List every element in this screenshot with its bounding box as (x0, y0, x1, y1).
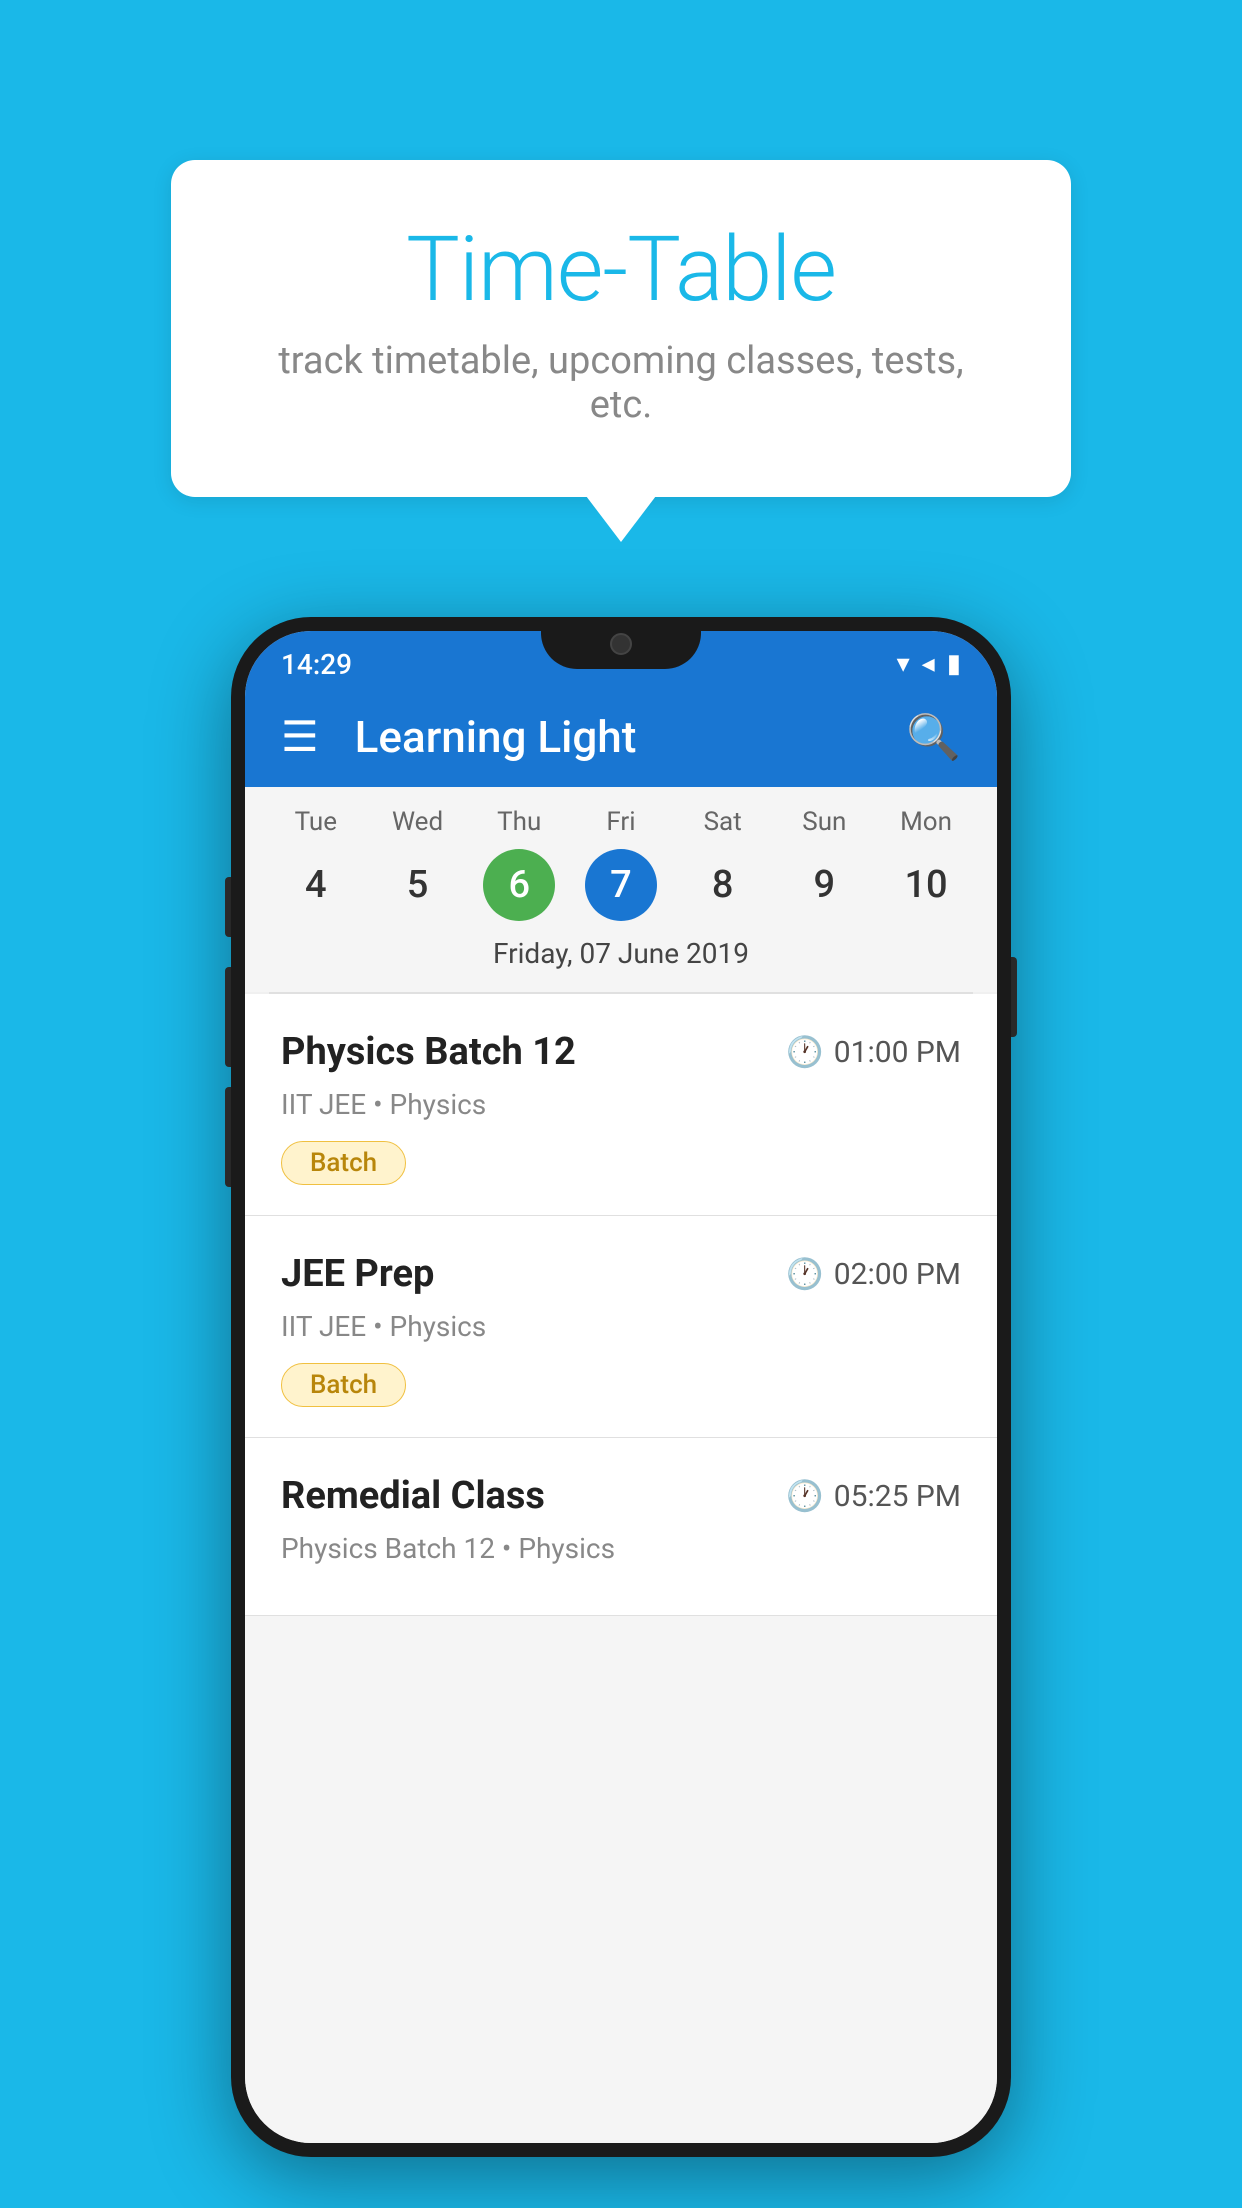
class-time: 🕐 02:00 PM (786, 1257, 961, 1292)
status-icons: ▾ ◂ ▮ (897, 649, 961, 679)
clock-icon: 🕐 (786, 1479, 823, 1514)
day-col[interactable]: Sun 9 (779, 807, 869, 921)
class-header: Physics Batch 12 🕐 01:00 PM (281, 1030, 961, 1074)
clock-icon: 🕐 (786, 1035, 823, 1070)
day-col[interactable]: Wed 5 (373, 807, 463, 921)
class-header: JEE Prep 🕐 02:00 PM (281, 1252, 961, 1296)
selected-date-label: Friday, 07 June 2019 (245, 921, 997, 982)
phone-mockup: 14:29 ▾ ◂ ▮ ☰ Learning Light 🔍 Tue4Wed5T… (231, 617, 1011, 2157)
day-number[interactable]: 9 (788, 849, 860, 921)
class-name: JEE Prep (281, 1252, 434, 1296)
battery-icon: ▮ (947, 649, 961, 679)
day-label: Sat (704, 807, 742, 837)
class-time: 🕐 01:00 PM (786, 1035, 961, 1070)
day-number[interactable]: 7 (585, 849, 657, 921)
days-row: Tue 4 Wed 5 Thu 6 Fri 7 Sat 8 Sun 9 Mon 10 (245, 807, 997, 921)
scroll-content[interactable]: Physics Batch 12 🕐 01:00 PM IIT JEE • Physi… (245, 994, 997, 2143)
calendar-section: Tue 4 Wed 5 Thu 6 Fri 7 Sat 8 Sun 9 Mon 10 Friday, 07… (245, 787, 997, 992)
day-number[interactable]: 10 (890, 849, 962, 921)
time-text: 02:00 PM (834, 1257, 961, 1292)
class-item[interactable]: Physics Batch 12 🕐 01:00 PM IIT JEE • Physi… (245, 994, 997, 1216)
time-text: 05:25 PM (834, 1479, 961, 1514)
day-label: Fri (606, 807, 635, 837)
clock-icon: 🕐 (786, 1257, 823, 1292)
app-title: Learning Light (355, 711, 907, 763)
phone-frame: 14:29 ▾ ◂ ▮ ☰ Learning Light 🔍 Tue4Wed5T… (231, 617, 1011, 2157)
class-time: 🕐 05:25 PM (786, 1479, 961, 1514)
day-number[interactable]: 4 (280, 849, 352, 921)
day-number[interactable]: 5 (382, 849, 454, 921)
day-label: Thu (497, 807, 541, 837)
batch-badge: Batch (281, 1141, 406, 1185)
class-name: Remedial Class (281, 1474, 545, 1518)
status-time: 14:29 (281, 648, 352, 681)
day-col[interactable]: Tue 4 (271, 807, 361, 921)
speech-bubble: Time-Table track timetable, upcoming cla… (171, 160, 1071, 497)
class-header: Remedial Class 🕐 05:25 PM (281, 1474, 961, 1518)
class-meta: Physics Batch 12 • Physics (281, 1532, 961, 1565)
day-col[interactable]: Fri 7 (576, 807, 666, 921)
batch-badge: Batch (281, 1363, 406, 1407)
front-camera (610, 633, 632, 655)
wifi-icon: ▾ (897, 649, 910, 679)
class-item[interactable]: Remedial Class 🕐 05:25 PM Physics Batch 12 … (245, 1438, 997, 1616)
class-item[interactable]: JEE Prep 🕐 02:00 PM IIT JEE • Physics Batch (245, 1216, 997, 1438)
day-label: Tue (295, 807, 337, 837)
day-label: Wed (392, 807, 443, 837)
hamburger-icon[interactable]: ☰ (281, 712, 319, 762)
day-number[interactable]: 8 (687, 849, 759, 921)
phone-notch (541, 617, 701, 669)
bubble-title: Time-Table (251, 220, 991, 319)
app-header: ☰ Learning Light 🔍 (245, 687, 997, 787)
search-icon[interactable]: 🔍 (906, 711, 961, 763)
day-col[interactable]: Sat 8 (678, 807, 768, 921)
day-label: Mon (900, 807, 952, 837)
class-name: Physics Batch 12 (281, 1030, 576, 1074)
class-meta: IIT JEE • Physics (281, 1310, 961, 1343)
day-col[interactable]: Mon 10 (881, 807, 971, 921)
day-col[interactable]: Thu 6 (474, 807, 564, 921)
class-meta: IIT JEE • Physics (281, 1088, 961, 1121)
day-label: Sun (802, 807, 846, 837)
day-number[interactable]: 6 (483, 849, 555, 921)
phone-screen: 14:29 ▾ ◂ ▮ ☰ Learning Light 🔍 Tue4Wed5T… (245, 631, 997, 2143)
bubble-subtitle: track timetable, upcoming classes, tests… (251, 339, 991, 427)
signal-icon: ◂ (922, 649, 935, 679)
time-text: 01:00 PM (834, 1035, 961, 1070)
